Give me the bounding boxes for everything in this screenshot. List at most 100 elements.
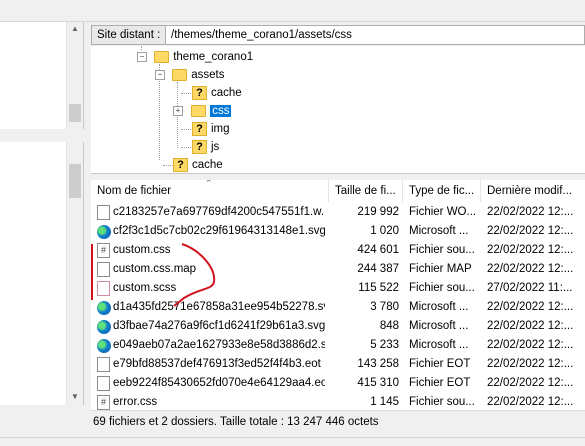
table-row[interactable]: e049aeb07a2ae1627933e8e58d3886d2.s... 5 2… [91, 336, 585, 355]
tree-node-css[interactable]: + css [173, 102, 232, 120]
status-text: 69 fichiers et 2 dossiers. Taille totale… [93, 416, 379, 428]
tree-node-label: css [210, 105, 232, 117]
table-row[interactable]: e79bfd88537def476913f3ed52f4f4b3.eot 143 … [91, 355, 585, 374]
collapse-icon[interactable]: − [137, 51, 147, 62]
cell-date: 22/02/2022 12:... [487, 244, 574, 256]
tree-line [163, 165, 173, 166]
tree-node-js[interactable]: ? js [192, 138, 219, 156]
cell-size: 848 [379, 320, 399, 332]
unknown-folder-icon: ? [173, 157, 188, 172]
cell-type: Fichier MAP [409, 263, 472, 275]
column-header-label: Nom de fichier [97, 185, 172, 197]
scroll-up-arrow-icon[interactable]: ▲ [67, 22, 83, 36]
local-list-scrollbar[interactable]: ▼ [66, 142, 83, 405]
table-row[interactable]: # custom.css 424 601 Fichier sou... 22/02/20… [91, 241, 585, 260]
column-header-type[interactable]: Type de fic... [403, 180, 481, 202]
tree-node-label: img [211, 123, 230, 135]
folder-icon [172, 68, 188, 81]
cell-type: Fichier WO... [409, 206, 477, 218]
cell-date: 22/02/2022 12:... [487, 225, 574, 237]
cell-size: 143 258 [357, 358, 399, 370]
document-icon [97, 205, 110, 220]
cell-size: 3 780 [370, 301, 399, 313]
expand-icon[interactable]: + [173, 105, 183, 116]
cell-date: 22/02/2022 12:... [487, 263, 574, 275]
cell-type: Fichier sou... [409, 244, 475, 256]
table-row[interactable]: cf2f3c1d5c7cb02c29f61964313148e1.svg 1 02… [91, 222, 585, 241]
table-row[interactable]: c2183257e7a697769df4200c547551f1.w... 219… [91, 203, 585, 222]
cell-name: d3fbae74a276a9f6cf1d6241f29b61a3.svg [113, 320, 325, 332]
cell-size: 244 387 [357, 263, 399, 275]
column-header-label: Dernière modif... [487, 185, 573, 197]
column-header-modified[interactable]: Dernière modif... [481, 180, 585, 202]
status-bar: 69 fichiers et 2 dossiers. Taille totale… [91, 410, 585, 432]
cell-type: Microsoft ... [409, 225, 469, 237]
tree-node-label: cache [192, 159, 223, 171]
scroll-thumb[interactable] [69, 164, 81, 198]
cell-size: 415 310 [357, 377, 399, 389]
tree-node-label: theme_corano1 [173, 51, 254, 63]
tree-node-img[interactable]: ? img [192, 120, 230, 138]
cell-name: e049aeb07a2ae1627933e8e58d3886d2.s... [113, 339, 325, 351]
column-header-size[interactable]: Taille de fi... [329, 180, 403, 202]
bottom-strip [0, 437, 585, 446]
sort-ascending-icon: ⌃ [205, 180, 213, 188]
top-strip [0, 0, 585, 22]
collapse-icon[interactable]: − [155, 69, 165, 80]
edge-icon [97, 225, 111, 239]
table-row[interactable]: eeb9224f85430652fd070e4e64129aa4.eot 415 … [91, 374, 585, 393]
cell-date: 22/02/2022 12:... [487, 301, 574, 313]
edge-icon [97, 320, 111, 334]
css-file-icon: # [97, 395, 110, 410]
splitter[interactable] [0, 129, 84, 142]
cell-date: 22/02/2022 12:... [487, 206, 574, 218]
cell-name: e79bfd88537def476913f3ed52f4f4b3.eot [113, 358, 321, 370]
remote-file-list[interactable]: Nom de fichier ⌃ Taille de fi... Type de… [91, 180, 585, 410]
remote-path-input[interactable]: /themes/theme_corano1/assets/css [166, 25, 585, 45]
tree-node-label: cache [211, 87, 242, 99]
cell-date: 22/02/2022 12:... [487, 339, 574, 351]
annotation-bracket [91, 244, 93, 300]
cell-size: 115 522 [358, 282, 399, 294]
cell-size: 5 233 [370, 339, 399, 351]
local-tree-pane[interactable]: ▲ [0, 22, 84, 129]
column-header-name[interactable]: Nom de fichier ⌃ [91, 180, 329, 202]
column-header-label: Type de fic... [409, 185, 475, 197]
table-row[interactable]: custom.css.map 244 387 Fichier MAP 22/02/20… [91, 260, 585, 279]
tree-node-cache[interactable]: ? cache [192, 84, 242, 102]
cell-size: 1 020 [370, 225, 399, 237]
cell-date: 22/02/2022 12:... [487, 377, 574, 389]
tree-node-theme-corano1[interactable]: − theme_corano1 [137, 48, 253, 66]
remote-directory-tree[interactable]: − theme_corano1 − assets ? cache + css ? i… [91, 46, 585, 174]
column-header-label: Taille de fi... [335, 185, 396, 197]
tree-node-label: assets [191, 69, 225, 81]
tree-line [181, 93, 191, 94]
cell-date: 22/02/2022 12:... [487, 320, 574, 332]
tree-node-cache-2[interactable]: ? cache [173, 156, 223, 174]
tree-line [181, 129, 191, 130]
cell-size: 219 992 [357, 206, 399, 218]
scroll-thumb[interactable] [69, 104, 81, 122]
unknown-folder-icon: ? [192, 85, 207, 100]
local-file-pane[interactable]: ▼ [0, 142, 84, 405]
unknown-folder-icon: ? [192, 139, 207, 154]
cell-name: c2183257e7a697769df4200c547551f1.w... [113, 206, 325, 218]
table-row[interactable]: custom.scss 115 522 Fichier sou... 27/02/20… [91, 279, 585, 298]
table-row[interactable]: d1a435fd2571e67858a31ee954b52278.svg 3 78… [91, 298, 585, 317]
cell-size: 424 601 [357, 244, 399, 256]
unknown-folder-icon: ? [192, 121, 207, 136]
tree-node-assets[interactable]: − assets [155, 66, 224, 84]
cell-type: Fichier EOT [409, 377, 471, 389]
scroll-down-arrow-icon[interactable]: ▼ [67, 390, 83, 404]
remote-path-value: /themes/theme_corano1/assets/css [171, 29, 352, 41]
document-icon [97, 262, 110, 277]
folder-icon [191, 104, 207, 117]
css-file-icon: # [97, 243, 110, 258]
folder-icon [154, 50, 170, 63]
cell-date: 27/02/2022 11:... [487, 282, 573, 294]
scss-file-icon [97, 281, 110, 296]
local-tree-scrollbar[interactable]: ▲ [66, 22, 83, 129]
cell-date: 22/02/2022 12:... [487, 358, 574, 370]
cell-type: Fichier sou... [409, 282, 475, 294]
table-row[interactable]: d3fbae74a276a9f6cf1d6241f29b61a3.svg 848 M… [91, 317, 585, 336]
